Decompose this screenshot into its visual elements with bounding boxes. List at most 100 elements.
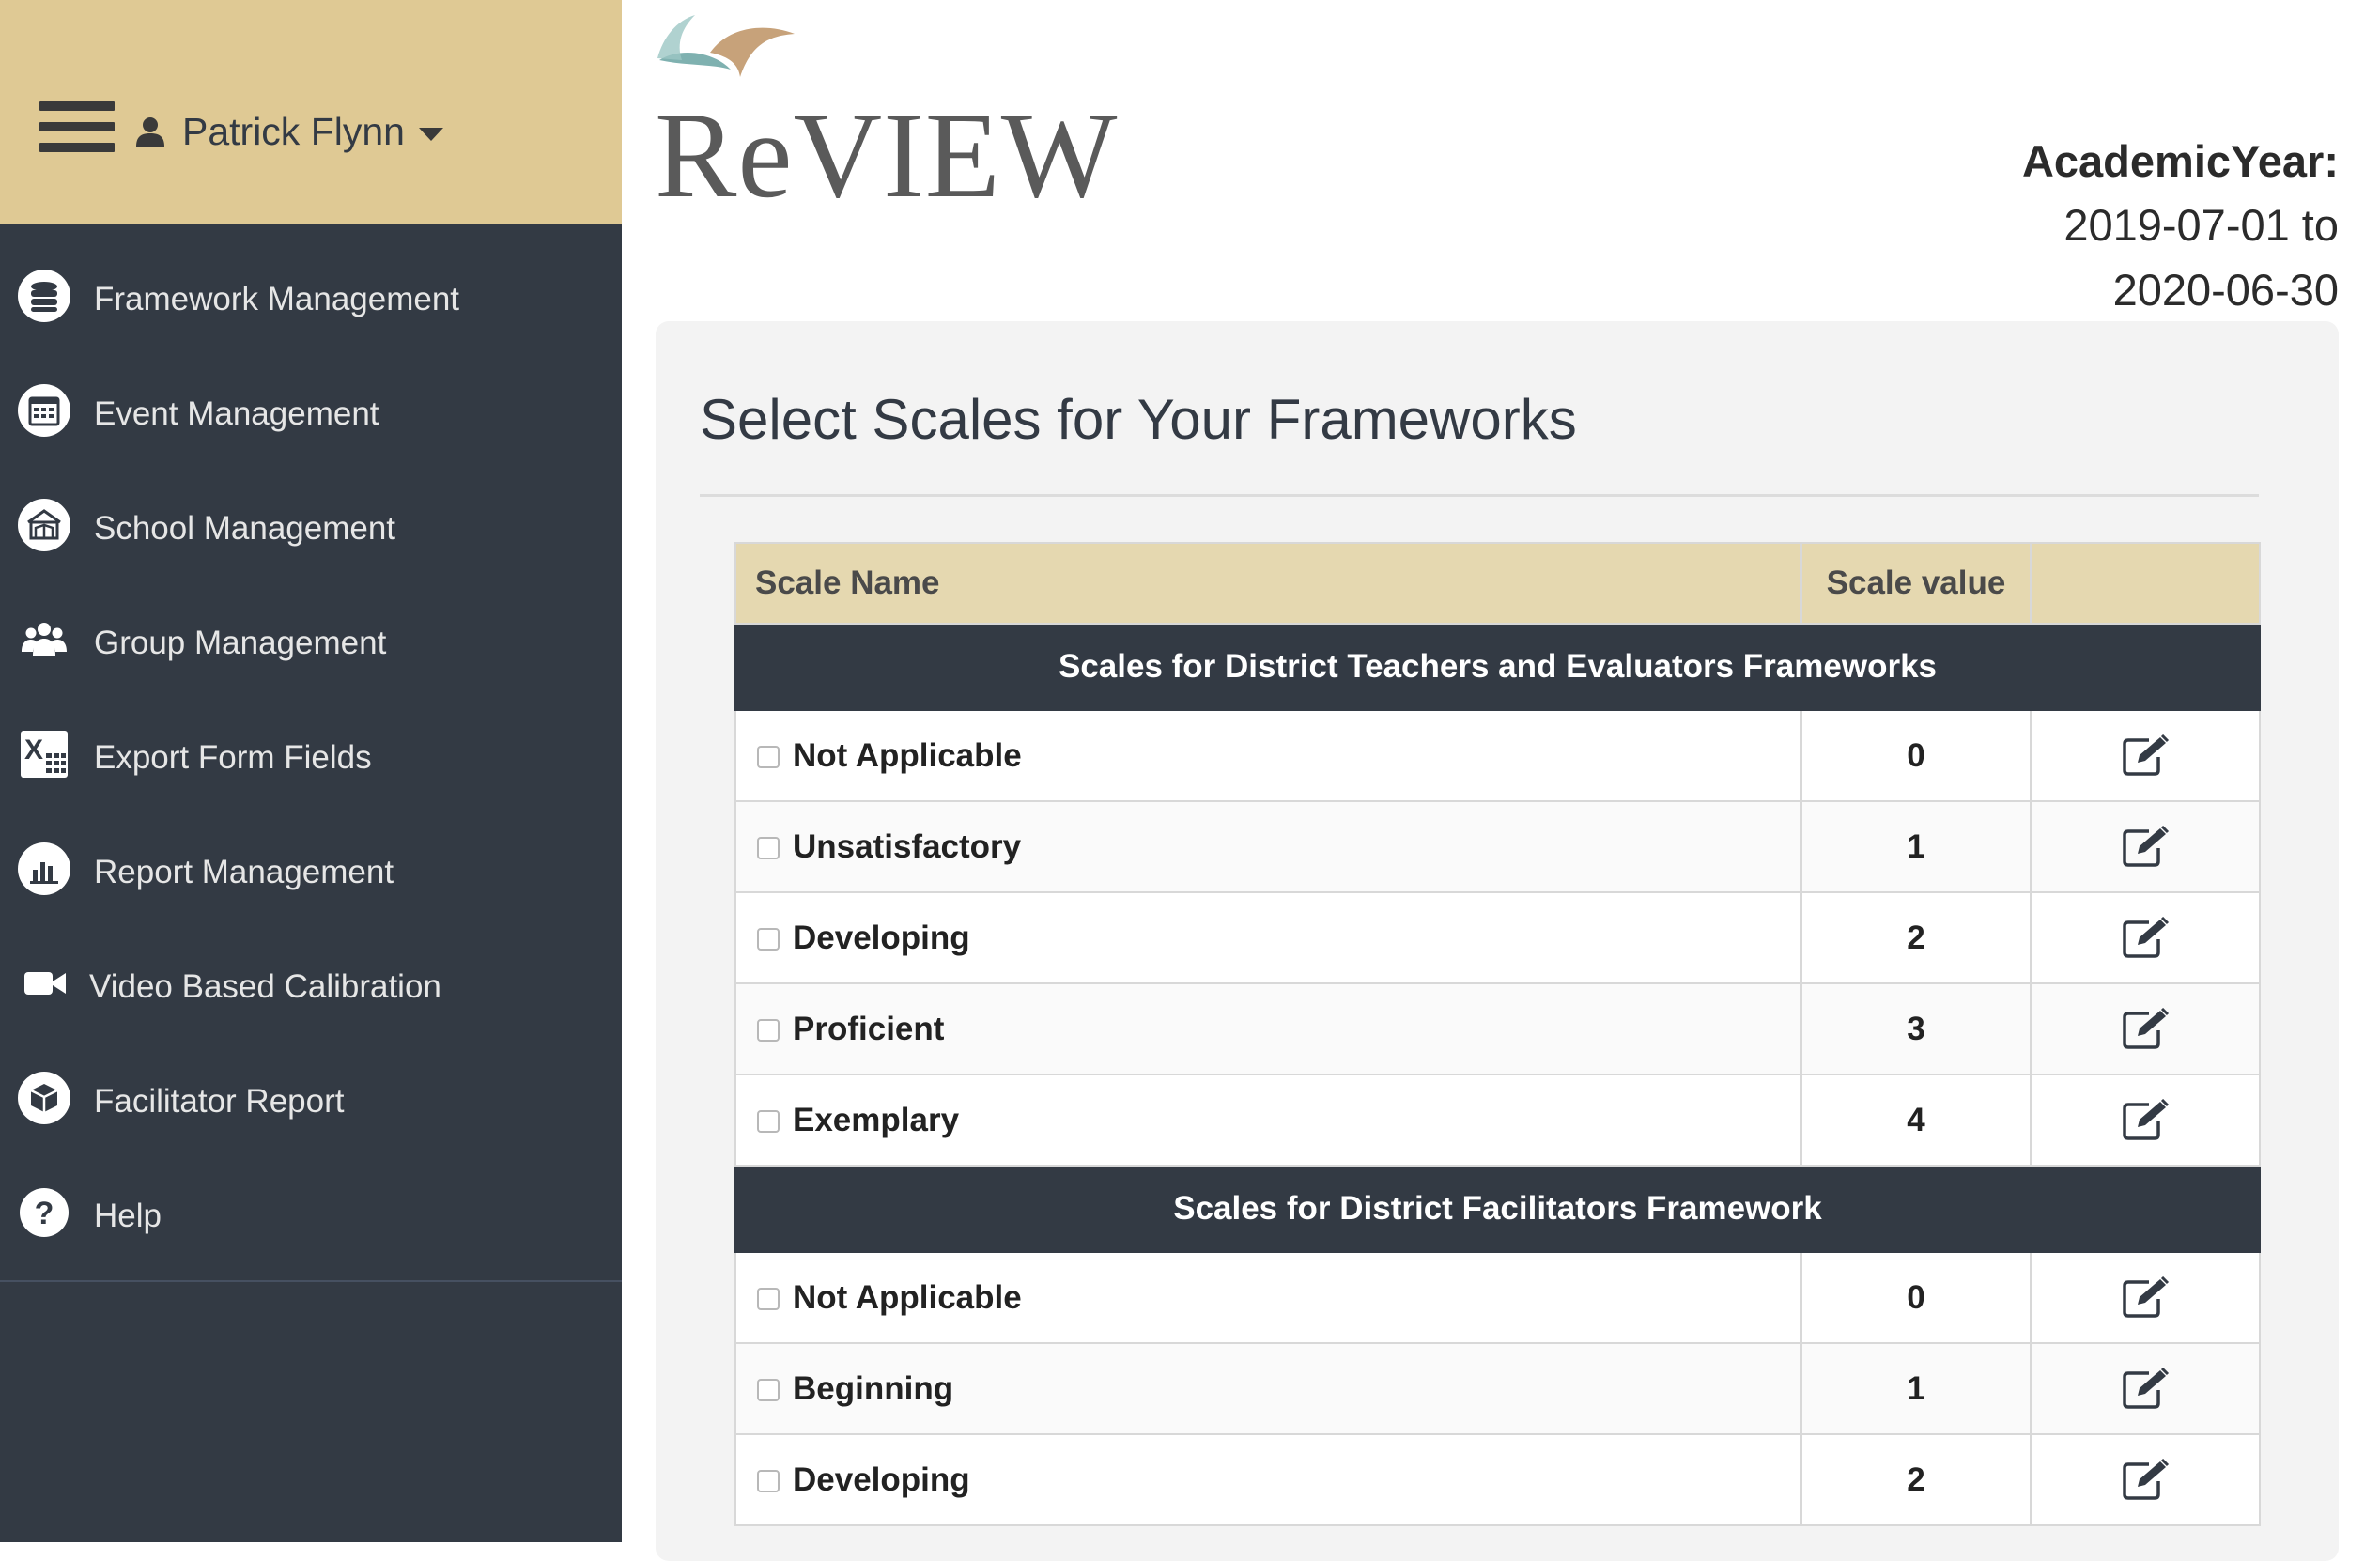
table-row: Not Applicable 0 [734,1251,2261,1344]
hamburger-menu-icon[interactable] [39,101,115,152]
cube-icon [18,1072,70,1124]
academic-year-label: AcademicYear: [2021,136,2339,186]
svg-text:?: ? [35,1196,54,1231]
action-cell [2030,1251,2261,1344]
scale-value: 4 [1800,1074,2032,1167]
scale-name-cell: Exemplary [734,1074,1802,1167]
sidebar-item-label: Help [94,1198,162,1234]
table-row: Not Applicable 0 [734,709,2261,802]
edit-icon[interactable] [2121,1275,2170,1320]
group-title: Scales for District Facilitators Framewo… [734,1165,2261,1253]
column-header-actions [2030,542,2261,625]
edit-icon[interactable] [2121,825,2170,869]
user-icon [136,117,164,147]
table-header-row: Scale Name Scale value [734,542,2261,625]
scale-name: Not Applicable [793,1278,1022,1316]
table-row: Exemplary 4 [734,1074,2261,1167]
group-icon [22,623,67,656]
chevron-down-icon[interactable] [417,125,445,144]
scale-value: 2 [1800,1433,2032,1526]
scale-name-cell: Not Applicable [734,1251,1802,1344]
sidebar-item-label: Group Management [94,625,387,661]
sidebar: Patrick Flynn Framework Management Event… [0,0,622,1542]
sidebar-item-event-management[interactable]: Event Management [0,357,622,471]
scale-checkbox[interactable] [757,1019,780,1043]
scale-checkbox[interactable] [757,837,780,860]
scale-name-cell: Not Applicable [734,709,1802,802]
scale-checkbox[interactable] [757,746,780,769]
column-header-scale-value: Scale value [1800,542,2032,625]
scale-value: 3 [1800,982,2032,1075]
edit-icon[interactable] [2121,734,2170,778]
scale-value: 0 [1800,1251,2032,1344]
edit-icon[interactable] [2121,1367,2170,1411]
title-divider [700,494,2259,497]
video-camera-icon [24,972,66,995]
scale-name-cell: Proficient [734,982,1802,1075]
scale-checkbox[interactable] [757,1379,780,1402]
user-name[interactable]: Patrick Flynn [182,106,405,157]
action-cell [2030,1433,2261,1526]
sidebar-item-label: Framework Management [94,281,460,317]
sidebar-item-help[interactable]: ? Help [0,1159,622,1274]
action-cell [2030,1342,2261,1435]
sidebar-nav: Framework Management Event Management Sc… [0,242,622,1274]
action-cell [2030,891,2261,984]
table-row: Unsatisfactory 1 [734,800,2261,893]
scale-value: 1 [1800,800,2032,893]
academic-year-start: 2019-07-01 to [2063,200,2339,250]
sidebar-item-label: Report Management [94,854,394,890]
sidebar-item-school-management[interactable]: School Management [0,471,622,586]
table-row: Beginning 1 [734,1342,2261,1435]
sidebar-item-report-management[interactable]: Report Management [0,815,622,930]
table-row: Developing 2 [734,891,2261,984]
action-cell [2030,1074,2261,1167]
scale-checkbox[interactable] [757,1288,780,1311]
sidebar-item-label: Facilitator Report [94,1083,345,1120]
sidebar-item-label: School Management [94,510,396,547]
scale-name-cell: Unsatisfactory [734,800,1802,893]
group-title: Scales for District Teachers and Evaluat… [734,623,2261,711]
bar-chart-icon [18,842,70,895]
school-icon [18,499,70,551]
group-header-row: Scales for District Facilitators Framewo… [734,1165,2261,1253]
scale-value: 0 [1800,709,2032,802]
scale-checkbox[interactable] [757,1470,780,1493]
sidebar-item-facilitator-report[interactable]: Facilitator Report [0,1044,622,1159]
edit-icon[interactable] [2121,1098,2170,1142]
sidebar-item-framework-management[interactable]: Framework Management [0,242,622,357]
calendar-icon [18,384,70,437]
sidebar-item-label: Export Form Fields [94,739,372,776]
column-header-scale-name: Scale Name [734,542,1802,625]
edit-icon[interactable] [2121,1458,2170,1502]
edit-icon[interactable] [2121,916,2170,960]
scale-name: Proficient [793,1010,945,1047]
sidebar-item-video-based-calibration[interactable]: Video Based Calibration [0,930,622,1044]
edit-icon[interactable] [2121,1007,2170,1051]
action-cell [2030,800,2261,893]
scale-checkbox[interactable] [757,928,780,951]
action-cell [2030,709,2261,802]
scale-value: 2 [1800,891,2032,984]
main-panel: Select Scales for Your Frameworks Scale … [656,321,2339,1561]
sidebar-item-group-management[interactable]: Group Management [0,586,622,701]
svg-text:X: X [24,734,43,765]
scale-value: 1 [1800,1342,2032,1435]
help-icon: ? [20,1188,69,1237]
sidebar-item-label: Event Management [94,395,379,432]
scale-name-cell: Developing [734,1433,1802,1526]
scale-name: Not Applicable [793,736,1022,774]
sidebar-item-export-form-fields[interactable]: X Export Form Fields [0,701,622,815]
action-cell [2030,982,2261,1075]
page-title: Select Scales for Your Frameworks [700,388,1577,451]
logo: ReVIEW [655,87,1119,224]
scale-name: Developing [793,919,970,956]
scale-name: Developing [793,1461,970,1498]
scale-checkbox[interactable] [757,1110,780,1134]
table-row: Developing 2 [734,1433,2261,1526]
scale-name-cell: Beginning [734,1342,1802,1435]
database-icon [18,270,70,322]
academic-year-range: 2019-07-01 to 2020-06-30 [1982,193,2339,322]
group-header-row: Scales for District Teachers and Evaluat… [734,623,2261,711]
scale-name: Unsatisfactory [793,827,1022,865]
